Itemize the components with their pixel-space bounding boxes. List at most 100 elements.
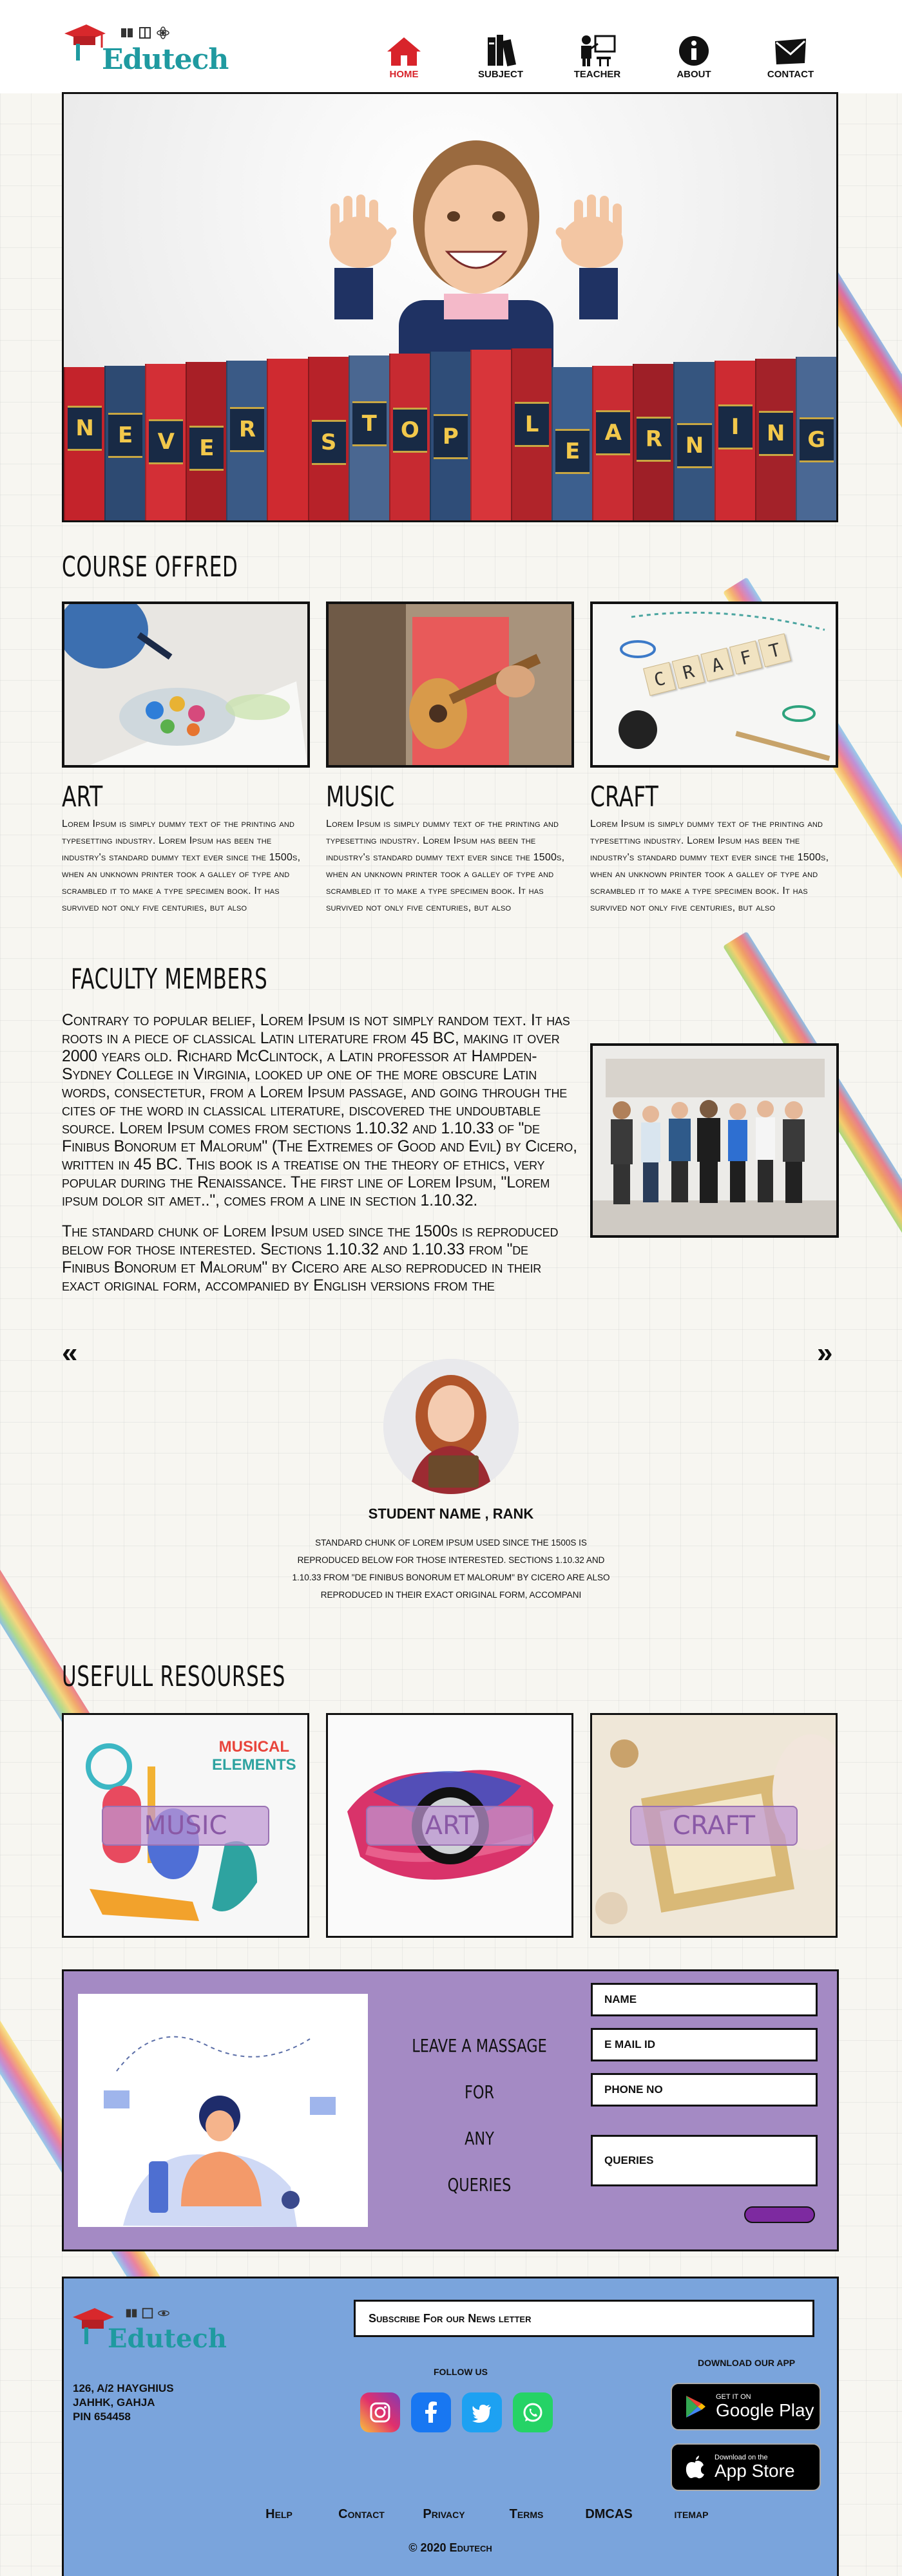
home-icon [387,37,421,66]
faculty-title: FACULTY MEMBERS [71,963,268,996]
resource-label[interactable]: CRAFT [630,1805,798,1846]
footer-address: 126, A/2 hayghius jahhk, gahja pin 65445… [73,2382,174,2423]
resource-label[interactable]: ART [366,1805,533,1846]
resource-label[interactable]: MUSIC [102,1805,269,1846]
course-name: MUSIC [326,781,395,813]
book-spine: P [429,352,470,520]
nav-about[interactable]: ABOUT [646,33,742,80]
copyright: © 2020 Edutech [408,2541,492,2554]
resource-card-craft[interactable]: CRAFT [590,1713,838,1938]
decorative-pencils-left [0,1385,163,2351]
whatsapp-icon[interactable] [513,2392,553,2432]
book-label: G [799,417,834,463]
book-label: T [352,401,387,446]
google-play-button[interactable]: GET IT ON Google Play [671,2383,821,2430]
nav-home[interactable]: HOME [356,33,452,80]
site-header: Edutech HOME SUBJECT TEACHER ABOUT CONTA… [0,0,902,93]
book-spine: N [64,367,105,520]
footer-link-sitemap[interactable]: itemap [650,2507,733,2522]
nav-subject[interactable]: SUBJECT [452,33,549,80]
book-letter: G [807,427,826,453]
book-spine: I [714,360,755,520]
footer-link-help[interactable]: Help [238,2507,320,2522]
resource-card-music[interactable]: MUSICAL ELEMENTS MUSIC [62,1713,309,1938]
submit-button[interactable] [744,2206,815,2223]
book-label: N [68,406,102,451]
book-letter: R [645,426,662,452]
book-letter: S [320,430,337,456]
book-label: E [108,412,143,458]
books-icon [488,35,517,67]
contact-section: LEAVE A MASSAGE FOR ANY QUERIES [62,1969,839,2251]
book-letter: R [238,416,256,442]
book-spine [267,358,308,520]
hero-girl-illustration [329,140,623,377]
envelope-icon [775,39,806,64]
book-label: A [596,410,631,455]
book-spine: G [795,357,836,520]
book-spine: T [348,355,389,520]
book-label: N [758,410,793,456]
graduation-cap-icon [64,24,106,61]
site-logo[interactable]: Edutech [62,14,229,82]
footer-link-dmcas[interactable]: DMCAS [568,2507,650,2522]
newsletter-input[interactable] [354,2300,814,2337]
phone-field[interactable] [591,2073,818,2107]
book-letter: P [442,424,459,450]
download-app-label: DOWNLOAD OUR APP [698,2358,796,2368]
book-label: L [515,401,550,447]
course-name: ART [62,781,103,813]
carousel-prev-button[interactable]: « [62,1337,77,1369]
carousel-next-button[interactable]: » [817,1337,832,1369]
email-field[interactable] [591,2028,818,2061]
book-spine: N [754,358,796,520]
book-letter: E [199,435,215,462]
book-spine: O [389,353,430,520]
contact-heading: LEAVE A MASSAGE FOR ANY QUERIES [412,2035,547,2195]
name-field[interactable] [591,1983,818,2016]
app-store-button[interactable]: Download on the App Store [671,2443,821,2491]
footer-links: Help Contact Privacy Terms DMCAS itemap [238,2507,733,2522]
book-spine: S [307,357,349,520]
apple-icon [686,2456,704,2479]
course-card-craft[interactable]: CRAFT CRAFT Lorem Ipsum is simply dummy … [590,601,838,932]
logo-text: Edutech [102,43,229,76]
faculty-description: Contrary to popular belief, Lorem Ipsum … [62,1011,577,1294]
course-card-art[interactable]: ART Lorem Ipsum is simply dummy text of … [62,601,310,932]
book-spine: N [673,362,715,520]
logo-icons [120,26,170,40]
book-label: R [637,417,671,462]
footer-link-contact[interactable]: Contact [320,2507,403,2522]
twitter-icon[interactable] [462,2392,502,2432]
queries-field[interactable] [591,2135,818,2186]
book-spine: R [226,360,267,520]
book-spine: A [592,365,633,520]
course-card-music[interactable]: MUSIC Lorem Ipsum is simply dummy text o… [326,601,574,932]
main-nav: HOME SUBJECT TEACHER ABOUT CONTACT [356,33,839,80]
book-letter: I [731,413,740,440]
follow-us-label: FOLLOW US [434,2367,488,2377]
book-letter: N [766,420,785,446]
book-letter: V [157,429,175,455]
book-letter: N [685,433,704,459]
book-label: R [230,406,265,452]
book-letter: N [75,415,94,442]
course-name: CRAFT [590,781,658,813]
footer-link-privacy[interactable]: Privacy [403,2507,485,2522]
footer-logo[interactable]: Edutech [70,2298,227,2369]
resources-title: USEFULL RESOURSES [62,1660,286,1693]
course-description: Lorem Ipsum is simply dummy text of the … [590,819,829,913]
book-letter: L [524,411,539,437]
instagram-icon[interactable] [360,2392,400,2432]
book-letter: T [361,410,377,437]
course-description: Lorem Ipsum is simply dummy text of the … [62,819,301,913]
student-avatar [383,1359,519,1494]
nav-contact[interactable]: CONTACT [742,33,839,80]
resource-card-art[interactable]: ART [326,1713,573,1938]
footer-link-terms[interactable]: Terms [485,2507,568,2522]
book-spine: R [633,364,674,520]
course-image-music [326,601,574,768]
nav-teacher[interactable]: TEACHER [549,33,646,80]
faculty-paragraph: Contrary to popular belief, Lorem Ipsum … [62,1011,577,1209]
facebook-icon[interactable] [411,2392,451,2432]
